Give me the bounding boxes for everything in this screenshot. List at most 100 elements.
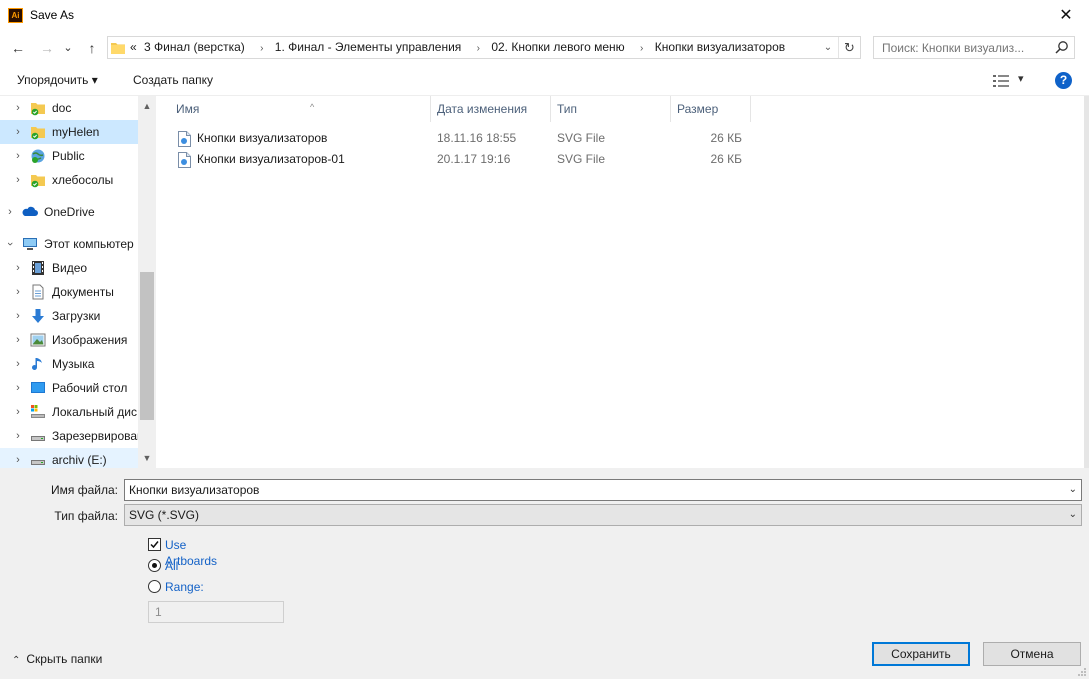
filename-combobox[interactable]: Кнопки визуализаторов ⌄ [124,479,1082,501]
forward-button[interactable]: → [37,38,57,58]
nav-item-archiv[interactable]: › archiv (E:) [0,448,138,468]
nav-item-desktop[interactable]: › Рабочий стол [0,376,138,400]
scroll-down-arrow-icon[interactable]: ▼ [138,450,156,466]
nav-item-label: Загрузки [52,309,101,323]
address-bar[interactable]: « 3 Финал (верстка) › 1. Финал - Элемент… [107,36,861,59]
nav-item-music[interactable]: › Музыка [0,352,138,376]
back-button[interactable]: ← [8,38,28,58]
column-header-name[interactable]: Имя ^ [170,96,431,122]
close-button[interactable]: ✕ [1043,0,1089,32]
expand-chevron-icon[interactable]: › [12,376,24,400]
music-icon [32,358,42,370]
view-options-button[interactable]: ▾ [992,73,1032,89]
expand-chevron-icon[interactable]: › [12,304,24,328]
expand-chevron-icon[interactable]: › [12,448,24,468]
expand-chevron-icon[interactable]: › [12,352,24,376]
filename-input[interactable]: Кнопки визуализаторов [129,480,259,500]
breadcrumb-item[interactable]: 02. Кнопки левого меню [491,40,624,54]
expand-chevron-icon[interactable]: › [12,120,24,144]
file-name: Кнопки визуализаторов [197,131,328,145]
expand-chevron-icon[interactable]: › [12,400,24,424]
expand-chevron-icon[interactable]: › [4,200,16,224]
expand-chevron-icon[interactable]: › [12,168,24,192]
nav-item-video[interactable]: › Видео [0,256,138,280]
nav-item-this-pc[interactable]: › Этот компьютер [0,232,138,256]
radio-selected-icon[interactable] [148,559,161,572]
chevron-down-icon[interactable]: ⌄ [1069,480,1077,500]
column-header-type[interactable]: Тип [551,96,671,122]
breadcrumb-separator-icon[interactable]: › [260,43,263,54]
hide-folders-toggle[interactable]: ⌃ Скрыть папки [12,652,102,666]
refresh-button[interactable]: ↻ [838,37,860,58]
file-size: 26 КБ [710,152,742,166]
file-row[interactable]: Кнопки визуализаторов 18.11.16 18:55 SVG… [170,128,750,149]
organize-menu-button[interactable]: Упорядочить ▾ [17,73,98,87]
cancel-button[interactable]: Отмена [983,642,1081,666]
illustrator-app-icon: Ai [8,8,23,23]
expand-chevron-icon[interactable]: › [12,280,24,304]
pictures-icon [30,333,46,347]
column-header-label: Имя [176,102,200,116]
view-dropdown-icon[interactable]: ▾ [1018,72,1024,85]
breadcrumb-item[interactable]: 3 Финал (верстка) [144,40,245,54]
nav-item-label: OneDrive [44,205,95,219]
navigation-pane: › doc › myHelen › Public › хлебосолы › O… [0,96,156,468]
documents-icon [32,284,44,300]
search-box[interactable] [873,36,1075,59]
help-button[interactable]: ? [1055,72,1072,89]
breadcrumb-separator-icon[interactable]: › [477,43,480,54]
nav-item-myhelen[interactable]: › myHelen [0,120,138,144]
up-folder-button[interactable]: ↑ [82,38,102,58]
resize-grip-icon[interactable] [1077,667,1087,677]
nav-item-doc[interactable]: › doc [0,96,138,120]
scroll-up-arrow-icon[interactable]: ▲ [138,98,156,114]
file-type: SVG File [557,152,606,166]
nav-item-public[interactable]: › Public [0,144,138,168]
new-folder-button[interactable]: Создать папку [133,73,213,87]
breadcrumb-separator-icon[interactable]: › [640,43,643,54]
recent-locations-button[interactable]: ⌄ [61,38,75,58]
column-header-size[interactable]: Размер [671,96,751,122]
search-input[interactable] [874,37,1048,58]
nav-item-reserved[interactable]: › Зарезервирован [0,424,144,448]
breadcrumb: « 3 Финал (верстка) › 1. Финал - Элемент… [130,37,789,58]
sort-ascending-icon: ^ [310,102,315,112]
video-icon [32,261,44,275]
nav-scrollbar[interactable]: ▲ ▼ [138,96,156,468]
breadcrumb-overflow[interactable]: « [130,40,137,54]
collapse-chevron-icon[interactable]: › [0,238,22,250]
expand-chevron-icon[interactable]: › [12,96,24,120]
expand-chevron-icon[interactable]: › [12,144,24,168]
scrollbar-thumb[interactable] [140,272,154,420]
expand-chevron-icon[interactable]: › [12,256,24,280]
nav-item-downloads[interactable]: › Загрузки [0,304,138,328]
file-list: Имя ^ Дата изменения Тип Размер Кнопки в… [156,96,1089,468]
checkbox-checked-icon[interactable] [148,538,161,551]
file-list-scrollbar[interactable] [1084,96,1089,468]
save-button[interactable]: Сохранить [872,642,970,666]
breadcrumb-item[interactable]: 1. Финал - Элементы управления [275,40,462,54]
chevron-down-icon[interactable]: ⌄ [1069,505,1077,525]
range-input[interactable]: 1 [148,601,284,623]
filename-label: Имя файла: [51,483,118,497]
folder-sync-icon [31,103,45,116]
nav-item-onedrive[interactable]: › OneDrive [0,200,138,224]
file-row[interactable]: Кнопки визуализаторов-01 20.1.17 19:16 S… [170,149,750,170]
filetype-label: Тип файла: [54,509,118,523]
address-history-dropdown[interactable]: ⌄ [820,37,836,58]
column-header-date[interactable]: Дата изменения [431,96,551,122]
expand-chevron-icon[interactable]: › [12,424,24,448]
file-size: 26 КБ [710,131,742,145]
nav-item-pictures[interactable]: › Изображения [0,328,138,352]
nav-item-khlebosoly[interactable]: › хлебосолы [0,168,138,192]
nav-item-local-disk[interactable]: › Локальный дис [0,400,138,424]
nav-item-documents[interactable]: › Документы [0,280,138,304]
filetype-select[interactable]: SVG (*.SVG) ⌄ [124,504,1082,526]
search-icon [1055,41,1068,54]
scrollbar-thumb[interactable] [1084,96,1089,468]
folder-sync-icon [31,127,45,140]
chevron-up-icon: ⌃ [12,655,21,666]
expand-chevron-icon[interactable]: › [12,328,24,352]
radio-unselected-icon[interactable] [148,580,161,593]
breadcrumb-item[interactable]: Кнопки визуализаторов [655,40,785,54]
